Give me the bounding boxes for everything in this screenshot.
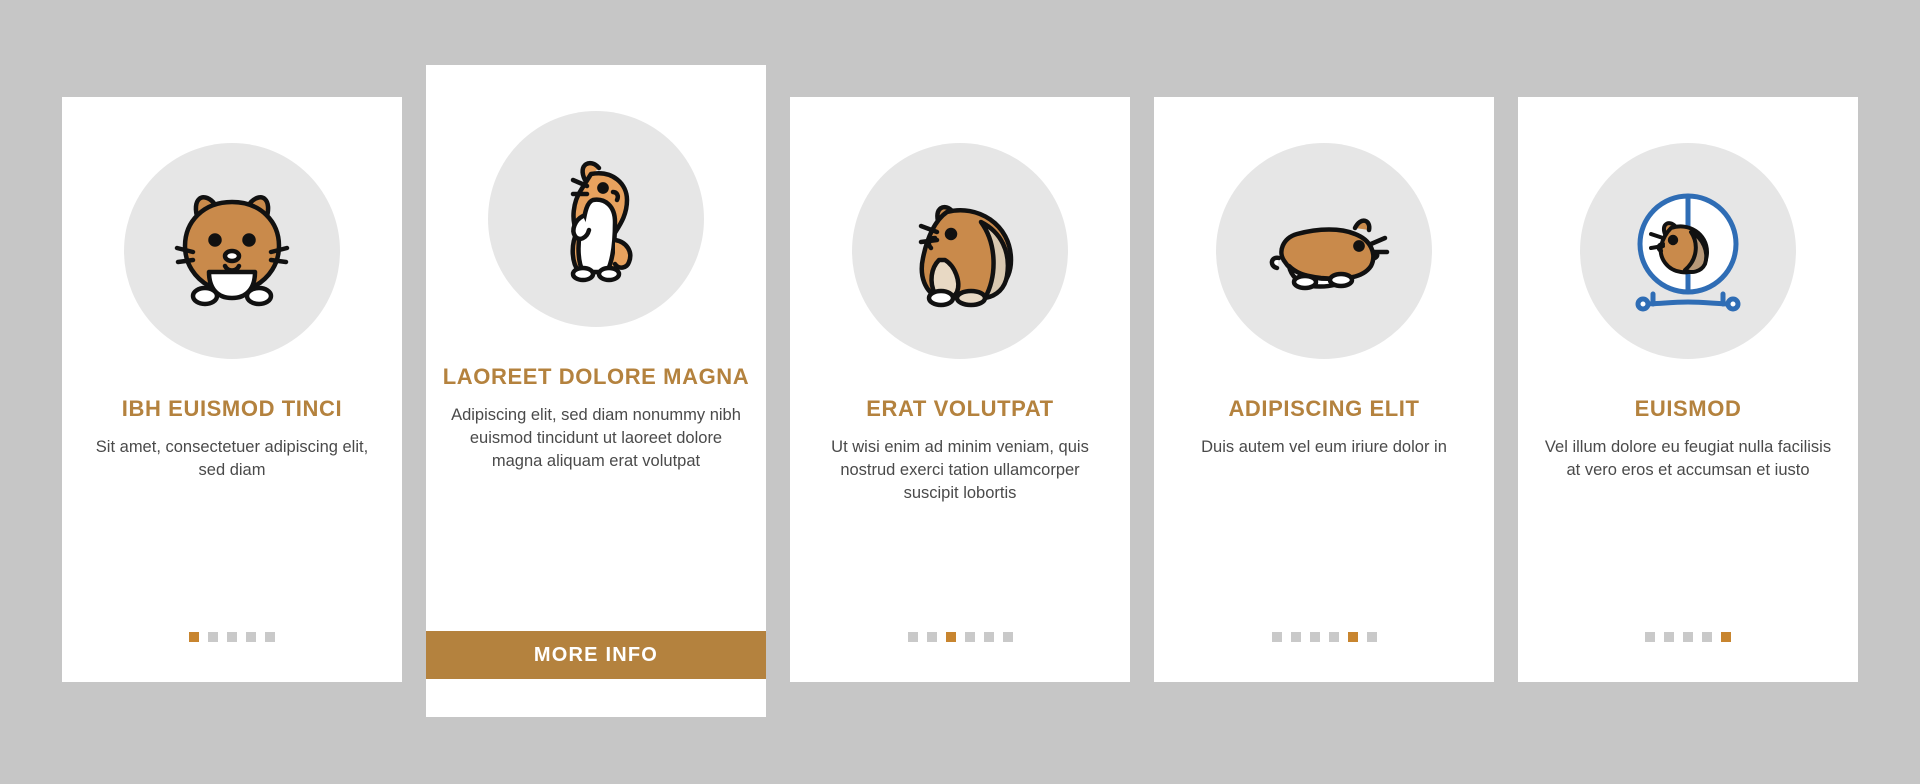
pagination-dots[interactable] <box>1518 632 1858 642</box>
dot[interactable] <box>1347 632 1358 642</box>
dot[interactable] <box>1721 632 1731 642</box>
pagination-dots[interactable] <box>62 632 402 642</box>
card-title: LAOREET DOLORE MAGNA <box>442 364 750 389</box>
dot[interactable] <box>1271 632 1282 642</box>
dot[interactable] <box>945 632 956 642</box>
card-title: ERAT VOLUTPAT <box>866 396 1054 421</box>
dot[interactable] <box>189 632 199 642</box>
card-title: EUISMOD <box>1634 396 1742 421</box>
card-3[interactable]: ERAT VOLUTPAT Ut wisi enim ad minim veni… <box>790 97 1130 682</box>
pagination-dots[interactable] <box>1154 632 1494 642</box>
more-info-button[interactable]: MORE INFO <box>426 631 766 679</box>
onboarding-screens: IBH EUISMOD TINCI Sit amet, consectetuer… <box>0 0 1920 784</box>
dot[interactable] <box>1366 632 1377 642</box>
dot[interactable] <box>1664 632 1674 642</box>
hamster-sitting-icon <box>852 143 1068 359</box>
hamster-standing-icon <box>488 111 704 327</box>
dot[interactable] <box>208 632 218 642</box>
card-body: Adipiscing elit, sed diam nonummy nibh e… <box>451 405 741 471</box>
pagination-dots[interactable] <box>790 632 1130 642</box>
card-body: Vel illum dolore eu feugiat nulla facili… <box>1544 437 1832 480</box>
dot[interactable] <box>265 632 275 642</box>
hamster-face-icon <box>124 143 340 359</box>
dot[interactable] <box>1683 632 1693 642</box>
dot[interactable] <box>1309 632 1320 642</box>
dot[interactable] <box>1002 632 1013 642</box>
dot[interactable] <box>246 632 256 642</box>
dot[interactable] <box>1290 632 1301 642</box>
dot[interactable] <box>983 632 994 642</box>
card-body: Ut wisi enim ad minim veniam, quis nostr… <box>831 437 1089 503</box>
dot[interactable] <box>1645 632 1655 642</box>
card-4[interactable]: ADIPISCING ELIT Duis autem vel eum iriur… <box>1154 97 1494 682</box>
card-1[interactable]: IBH EUISMOD TINCI Sit amet, consectetuer… <box>62 97 402 682</box>
hamster-lying-icon <box>1216 143 1432 359</box>
card-title: IBH EUISMOD TINCI <box>121 396 343 421</box>
card-body: Sit amet, consectetuer adipiscing elit, … <box>95 437 369 480</box>
dot[interactable] <box>926 632 937 642</box>
hamster-wheel-icon <box>1580 143 1796 359</box>
dot[interactable] <box>1702 632 1712 642</box>
card-2-featured[interactable]: LAOREET DOLORE MAGNA Adipiscing elit, se… <box>426 65 766 717</box>
card-title: ADIPISCING ELIT <box>1228 396 1420 421</box>
card-body: Duis autem vel eum iriure dolor in <box>1201 437 1447 456</box>
card-5[interactable]: EUISMOD Vel illum dolore eu feugiat null… <box>1518 97 1858 682</box>
dot[interactable] <box>964 632 975 642</box>
dot[interactable] <box>1328 632 1339 642</box>
dot[interactable] <box>907 632 918 642</box>
dot[interactable] <box>227 632 237 642</box>
